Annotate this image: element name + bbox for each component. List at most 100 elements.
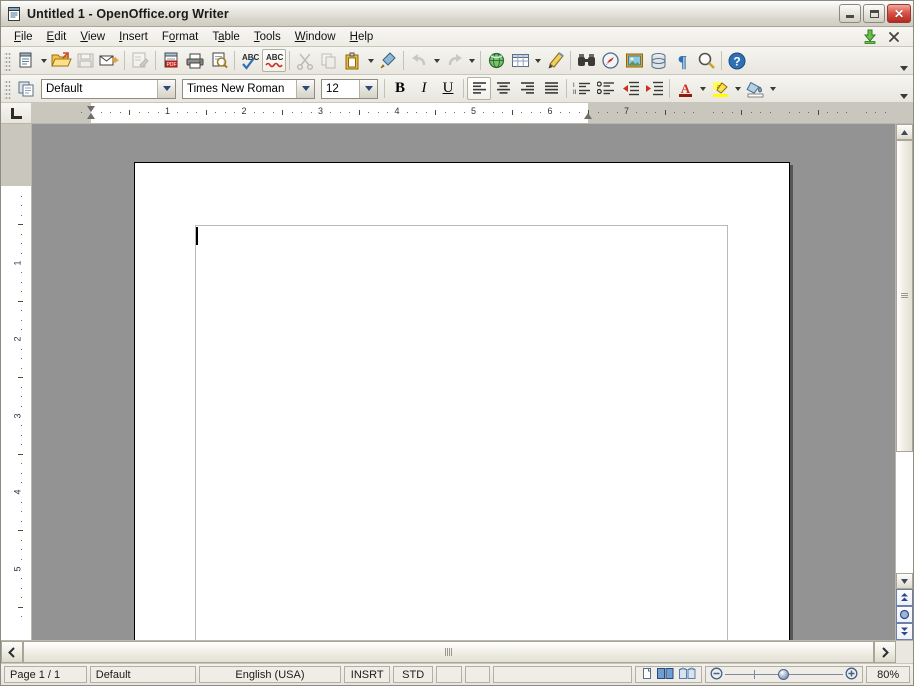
horizontal-scrollbar[interactable] [1, 640, 913, 663]
export-pdf-button[interactable]: PDF [159, 49, 183, 72]
bold-button[interactable]: B [388, 77, 412, 100]
help-button[interactable]: ? [725, 49, 749, 72]
scroll-up-button[interactable] [896, 124, 913, 140]
print-file-button[interactable] [183, 49, 207, 72]
zoom-slider-handle[interactable] [778, 669, 789, 680]
status-object-info[interactable] [493, 666, 632, 683]
menu-item-tools[interactable]: Tools [247, 29, 288, 45]
hyperlink-button[interactable] [484, 49, 508, 72]
formatting-marks-button[interactable]: ¶ [670, 49, 694, 72]
underline-button[interactable]: U [436, 77, 460, 100]
close-document-icon[interactable] [883, 28, 905, 46]
increase-indent-button[interactable] [642, 77, 666, 100]
close-button[interactable]: ✕ [887, 4, 911, 23]
edit-file-button[interactable] [128, 49, 152, 72]
single-page-view-button[interactable] [640, 667, 653, 683]
save-document-button[interactable] [73, 49, 97, 72]
email-document-button[interactable] [97, 49, 121, 72]
cut-button[interactable] [293, 49, 317, 72]
navigator-button[interactable] [598, 49, 622, 72]
previous-page-button[interactable] [896, 589, 913, 606]
find-and-replace-button[interactable] [574, 49, 598, 72]
menu-item-view[interactable]: View [73, 29, 112, 45]
font-name-dropdown[interactable] [296, 80, 314, 98]
status-page[interactable]: Page 1 / 1 [4, 666, 87, 683]
numbering-button[interactable]: I II [570, 77, 594, 100]
autospellcheck-button[interactable]: ABC [262, 49, 286, 72]
standard-toolbar-overflow[interactable] [897, 48, 911, 74]
undo-button[interactable] [407, 49, 431, 72]
font-size-combo[interactable]: 12 [321, 79, 378, 99]
background-color-dropdown[interactable] [767, 77, 778, 100]
open-document-button[interactable] [49, 49, 73, 72]
vertical-ruler[interactable]: 12345 [1, 124, 32, 640]
menu-item-edit[interactable]: Edit [40, 29, 74, 45]
scroll-left-button[interactable] [1, 641, 23, 663]
redo-dropdown[interactable] [466, 49, 477, 72]
status-zoom-value[interactable]: 80% [866, 666, 910, 683]
status-page-style[interactable]: Default [90, 666, 196, 683]
vertical-scroll-track[interactable] [896, 140, 913, 573]
paste-button[interactable] [341, 49, 365, 72]
download-arrow-icon[interactable] [859, 28, 881, 46]
horizontal-scroll-thumb[interactable] [23, 641, 874, 663]
formatting-toolbar-overflow[interactable] [897, 76, 911, 102]
status-language[interactable]: English (USA) [199, 666, 342, 683]
zoom-out-button[interactable] [710, 667, 723, 683]
right-indent-marker[interactable] [584, 112, 593, 119]
paragraph-style-dropdown[interactable] [157, 80, 175, 98]
zoom-button[interactable] [694, 49, 718, 72]
font-color-button[interactable]: A [673, 77, 697, 100]
menu-item-insert[interactable]: Insert [112, 29, 155, 45]
redo-button[interactable] [442, 49, 466, 72]
gallery-button[interactable] [622, 49, 646, 72]
document-canvas[interactable] [32, 124, 895, 640]
paragraph-style-combo[interactable]: Default [41, 79, 176, 99]
data-sources-button[interactable] [646, 49, 670, 72]
tab-left-icon[interactable] [1, 103, 32, 123]
bullets-button[interactable] [594, 77, 618, 100]
formatting-toolbar-grip[interactable] [4, 79, 11, 99]
italic-button[interactable]: I [412, 77, 436, 100]
highlighting-dropdown[interactable] [732, 77, 743, 100]
status-modified[interactable] [436, 666, 461, 683]
spelling-and-grammar-button[interactable]: ABC [238, 49, 262, 72]
minimize-button[interactable] [839, 4, 861, 23]
menu-item-help[interactable]: Help [343, 29, 381, 45]
left-indent-marker[interactable] [87, 106, 96, 119]
background-color-button[interactable] [743, 77, 767, 100]
scroll-right-button[interactable] [874, 641, 896, 663]
clone-formatting-button[interactable] [376, 49, 400, 72]
zoom-in-button[interactable] [845, 667, 858, 683]
show-draw-functions-button[interactable] [543, 49, 567, 72]
zoom-slider[interactable] [725, 668, 843, 681]
font-color-dropdown[interactable] [697, 77, 708, 100]
align-center-button[interactable] [491, 77, 515, 100]
vertical-scrollbar[interactable] [895, 124, 913, 640]
align-left-button[interactable] [467, 77, 491, 100]
menu-item-table[interactable]: Table [205, 29, 247, 45]
horizontal-scroll-track[interactable] [23, 641, 874, 663]
insert-table-button[interactable] [508, 49, 532, 72]
paste-dropdown[interactable] [365, 49, 376, 72]
menu-item-file[interactable]: File [7, 29, 40, 45]
vertical-scroll-thumb[interactable] [896, 140, 913, 452]
document-page[interactable] [134, 162, 790, 640]
next-page-button[interactable] [896, 623, 913, 640]
undo-dropdown[interactable] [431, 49, 442, 72]
new-document-dropdown[interactable] [38, 49, 49, 72]
insert-table-dropdown[interactable] [532, 49, 543, 72]
book-view-button[interactable] [678, 667, 697, 683]
menu-item-window[interactable]: Window [288, 29, 343, 45]
apply-style-icon[interactable] [14, 77, 38, 100]
font-name-combo[interactable]: Times New Roman [182, 79, 315, 99]
copy-button[interactable] [317, 49, 341, 72]
horizontal-ruler[interactable]: 1234567 [32, 103, 913, 123]
menu-item-format[interactable]: Format [155, 29, 205, 45]
status-insert-mode[interactable]: INSRT [344, 666, 390, 683]
align-right-button[interactable] [515, 77, 539, 100]
justified-button[interactable] [539, 77, 563, 100]
status-selection-mode[interactable]: STD [393, 666, 433, 683]
status-digital-signature[interactable] [465, 666, 490, 683]
maximize-button[interactable] [863, 4, 885, 23]
